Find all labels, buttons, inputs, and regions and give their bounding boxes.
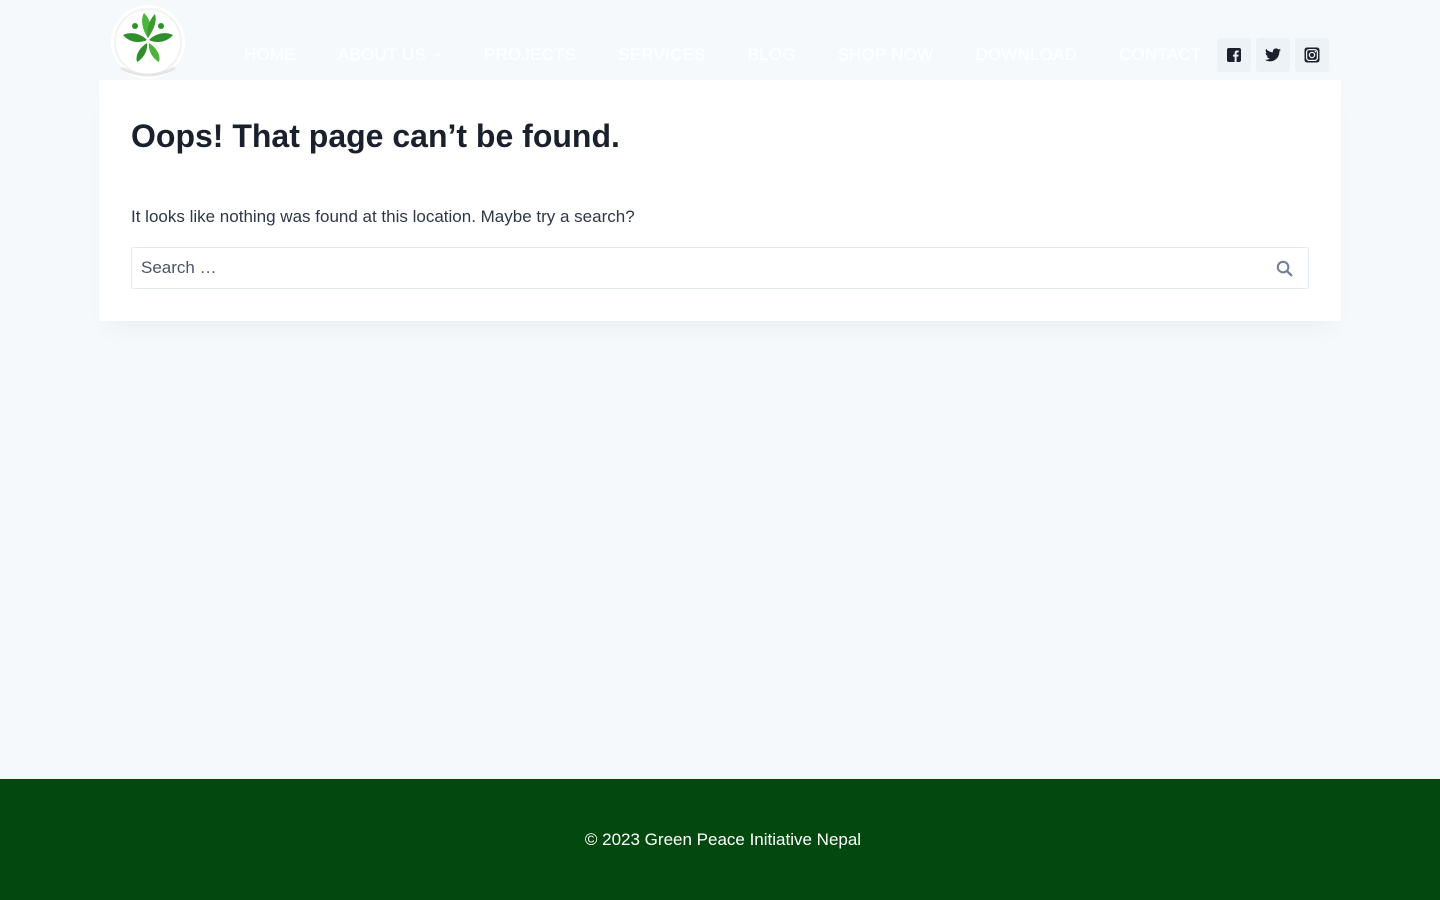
not-found-message: It looks like nothing was found at this … [131,207,635,226]
error-404-card: Oops! That page can’t be found. It looks… [99,80,1341,321]
search-icon [1276,260,1292,276]
main-navigation: HOME ABOUT US PROJECTS SERVICES BLOG SHO… [244,44,1201,66]
facebook-icon [1227,48,1241,62]
logo-image [111,5,185,79]
nav-item-shop-now[interactable]: SHOP NOW [838,45,934,65]
social-links [1217,38,1329,72]
site-logo[interactable] [99,2,197,80]
nav-item-about-us-label: ABOUT US [337,45,427,64]
facebook-link[interactable] [1217,38,1251,72]
nav-item-projects[interactable]: PROJECTS [484,45,576,65]
chevron-down-icon [433,53,441,58]
site-footer: © 2023 Green Peace Initiative Nepal [0,779,1440,900]
site-header: HOME ABOUT US PROJECTS SERVICES BLOG SHO… [0,0,1440,80]
page-title: Oops! That page can’t be found. [131,118,620,154]
nav-item-about-us[interactable]: ABOUT US [338,45,442,65]
nav-item-blog[interactable]: BLOG [748,45,796,65]
twitter-link[interactable] [1256,38,1290,72]
search-form [131,247,1309,289]
page: HOME ABOUT US PROJECTS SERVICES BLOG SHO… [0,0,1440,900]
nav-item-contact[interactable]: CONTACT [1119,45,1201,65]
search-submit-button[interactable] [1274,258,1294,278]
nav-item-services[interactable]: SERVICES [618,45,705,65]
instagram-link[interactable] [1295,38,1329,72]
twitter-icon [1265,48,1281,62]
copyright-text: © 2023 Green Peace Initiative Nepal [584,830,862,849]
instagram-icon [1304,47,1320,63]
search-input[interactable] [132,248,1252,288]
nav-item-home[interactable]: HOME [244,45,296,65]
nav-item-download[interactable]: DOWNLOAD [975,45,1077,65]
